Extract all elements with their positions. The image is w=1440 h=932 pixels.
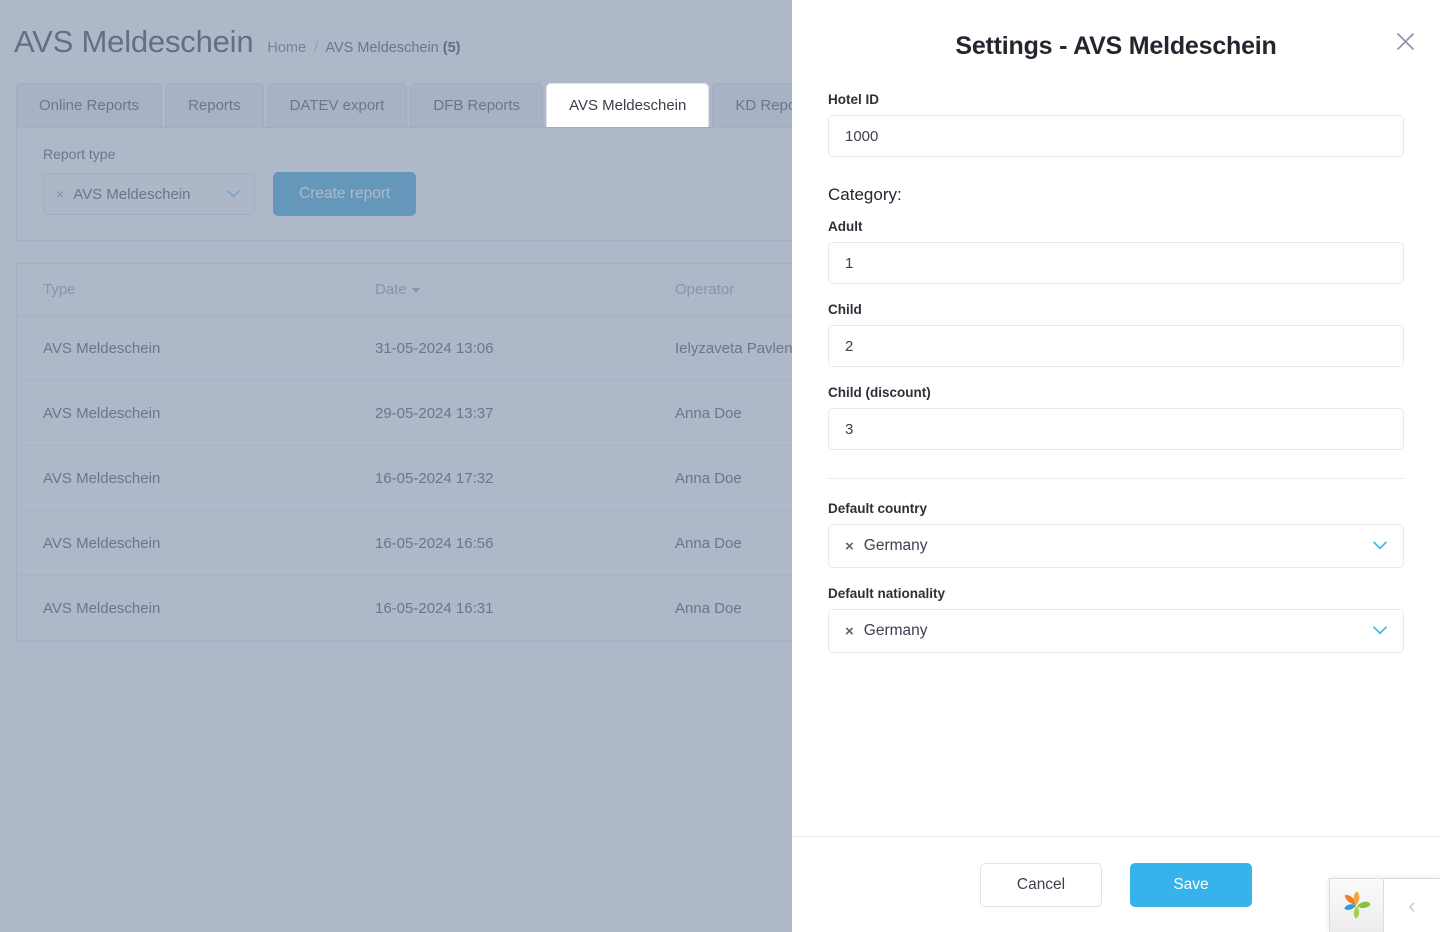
clear-icon[interactable]: × bbox=[56, 186, 64, 202]
report-filter-card: Report type × AVS Meldeschein Create rep… bbox=[16, 128, 792, 241]
chevron-down-icon bbox=[1373, 537, 1387, 555]
default-country-label: Default country bbox=[828, 501, 928, 516]
breadcrumb-count: (5) bbox=[442, 40, 461, 56]
child-discount-input[interactable] bbox=[828, 408, 1404, 450]
child-label: Child bbox=[828, 302, 862, 317]
hotel-id-field: Hotel ID bbox=[828, 92, 1404, 157]
cell-operator: Anna Doe bbox=[675, 534, 742, 552]
table-row[interactable]: AVS Meldeschein 29-05-2024 13:37 Anna Do… bbox=[17, 381, 792, 446]
adult-input[interactable] bbox=[828, 242, 1404, 284]
reports-table: Type Date Operator AVS Meldeschein 31-05… bbox=[16, 263, 792, 642]
child-discount-field: Child (discount) bbox=[828, 385, 1404, 450]
hotel-id-label: Hotel ID bbox=[828, 92, 880, 107]
child-field: Child bbox=[828, 302, 1404, 367]
report-type-value: AVS Meldeschein bbox=[73, 185, 191, 203]
app-root: AVS Meldeschein Home / AVS Meldeschein (… bbox=[0, 0, 1440, 932]
table-row[interactable]: AVS Meldeschein 16-05-2024 16:56 Anna Do… bbox=[17, 511, 792, 576]
tab-datev-export[interactable]: DATEV export bbox=[266, 83, 408, 127]
background-page: AVS Meldeschein Home / AVS Meldeschein (… bbox=[0, 0, 792, 932]
page-title: AVS Meldeschein bbox=[14, 24, 254, 59]
report-type-select[interactable]: × AVS Meldeschein bbox=[43, 173, 255, 215]
tab-avs-meldeschein[interactable]: AVS Meldeschein bbox=[546, 83, 710, 127]
create-report-button[interactable]: Create report bbox=[273, 172, 417, 216]
breadcrumb: Home / AVS Meldeschein (5) bbox=[267, 40, 460, 56]
column-header-operator[interactable]: Operator bbox=[675, 281, 792, 298]
column-header-date[interactable]: Date bbox=[375, 281, 675, 298]
child-discount-label: Child (discount) bbox=[828, 385, 931, 400]
default-nationality-select[interactable]: × Germany bbox=[828, 609, 1404, 653]
cell-type: AVS Meldeschein bbox=[43, 339, 161, 357]
cell-date: 16-05-2024 16:56 bbox=[375, 534, 494, 552]
pinwheel-logo-icon[interactable] bbox=[1330, 879, 1384, 932]
column-header-type[interactable]: Type bbox=[43, 281, 375, 298]
cancel-button[interactable]: Cancel bbox=[980, 862, 1102, 907]
panel-header: Settings - AVS Meldeschein bbox=[792, 0, 1440, 92]
chevron-down-icon bbox=[1373, 622, 1387, 640]
default-country-select[interactable]: × Germany bbox=[828, 524, 1404, 568]
breadcrumb-separator: / bbox=[314, 40, 319, 56]
cell-operator: Anna Doe bbox=[675, 469, 742, 487]
chevron-left-icon: ‹ bbox=[1408, 892, 1416, 918]
tab-kd-reports[interactable]: KD Reports bbox=[712, 83, 792, 127]
clear-icon[interactable]: × bbox=[845, 539, 854, 554]
cell-type: AVS Meldeschein bbox=[43, 599, 161, 617]
tab-bar: Online Reports Reports DATEV export DFB … bbox=[16, 83, 792, 128]
column-header-date-label: Date bbox=[375, 281, 407, 298]
cell-operator: Anna Doe bbox=[675, 404, 742, 422]
default-country-field: Default country × Germany bbox=[828, 501, 1404, 568]
panel-title: Settings - AVS Meldeschein bbox=[955, 31, 1277, 60]
category-section-label: Category: bbox=[828, 185, 902, 204]
cell-date: 16-05-2024 17:32 bbox=[375, 469, 494, 487]
default-country-value: Germany bbox=[863, 537, 928, 554]
adult-label: Adult bbox=[828, 219, 863, 234]
breadcrumb-home[interactable]: Home bbox=[267, 40, 306, 56]
page-header: AVS Meldeschein Home / AVS Meldeschein (… bbox=[0, 0, 792, 60]
chevron-down-icon bbox=[227, 187, 240, 201]
sort-desc-icon bbox=[411, 287, 420, 293]
adult-field: Adult bbox=[828, 219, 1404, 284]
table-header-row: Type Date Operator bbox=[17, 264, 792, 316]
cell-date: 29-05-2024 13:37 bbox=[375, 404, 494, 422]
cell-type: AVS Meldeschein bbox=[43, 534, 161, 552]
tab-reports[interactable]: Reports bbox=[165, 83, 264, 127]
default-nationality-label: Default nationality bbox=[828, 586, 946, 601]
child-input[interactable] bbox=[828, 325, 1404, 367]
settings-panel: Settings - AVS Meldeschein Hotel ID Cate… bbox=[792, 0, 1440, 932]
table-row[interactable]: AVS Meldeschein 16-05-2024 17:32 Anna Do… bbox=[17, 446, 792, 511]
close-icon[interactable] bbox=[1390, 26, 1420, 56]
report-type-label: Report type bbox=[43, 146, 116, 162]
section-divider bbox=[828, 478, 1404, 479]
cell-operator: Anna Doe bbox=[675, 599, 742, 617]
tab-dfb-reports[interactable]: DFB Reports bbox=[410, 83, 544, 127]
cell-type: AVS Meldeschein bbox=[43, 404, 161, 422]
cell-type: AVS Meldeschein bbox=[43, 469, 161, 487]
clear-icon[interactable]: × bbox=[845, 624, 854, 639]
chat-collapse-button[interactable]: ‹ bbox=[1384, 879, 1440, 932]
tab-online-reports[interactable]: Online Reports bbox=[16, 83, 163, 127]
breadcrumb-current: AVS Meldeschein bbox=[325, 40, 439, 56]
table-row[interactable]: AVS Meldeschein 31-05-2024 13:06 Ielyzav… bbox=[17, 316, 792, 381]
table-row[interactable]: AVS Meldeschein 16-05-2024 16:31 Anna Do… bbox=[17, 576, 792, 641]
default-nationality-field: Default nationality × Germany bbox=[828, 586, 1404, 653]
cell-operator: Ielyzaveta Pavlenko bbox=[675, 339, 792, 357]
cell-date: 31-05-2024 13:06 bbox=[375, 339, 494, 357]
default-nationality-value: Germany bbox=[863, 622, 928, 639]
hotel-id-input[interactable] bbox=[828, 115, 1404, 157]
cell-date: 16-05-2024 16:31 bbox=[375, 599, 494, 617]
chat-widget: ‹ bbox=[1329, 878, 1440, 932]
panel-body: Hotel ID Category: Adult Child Child (di… bbox=[792, 92, 1440, 836]
save-button[interactable]: Save bbox=[1130, 862, 1252, 907]
